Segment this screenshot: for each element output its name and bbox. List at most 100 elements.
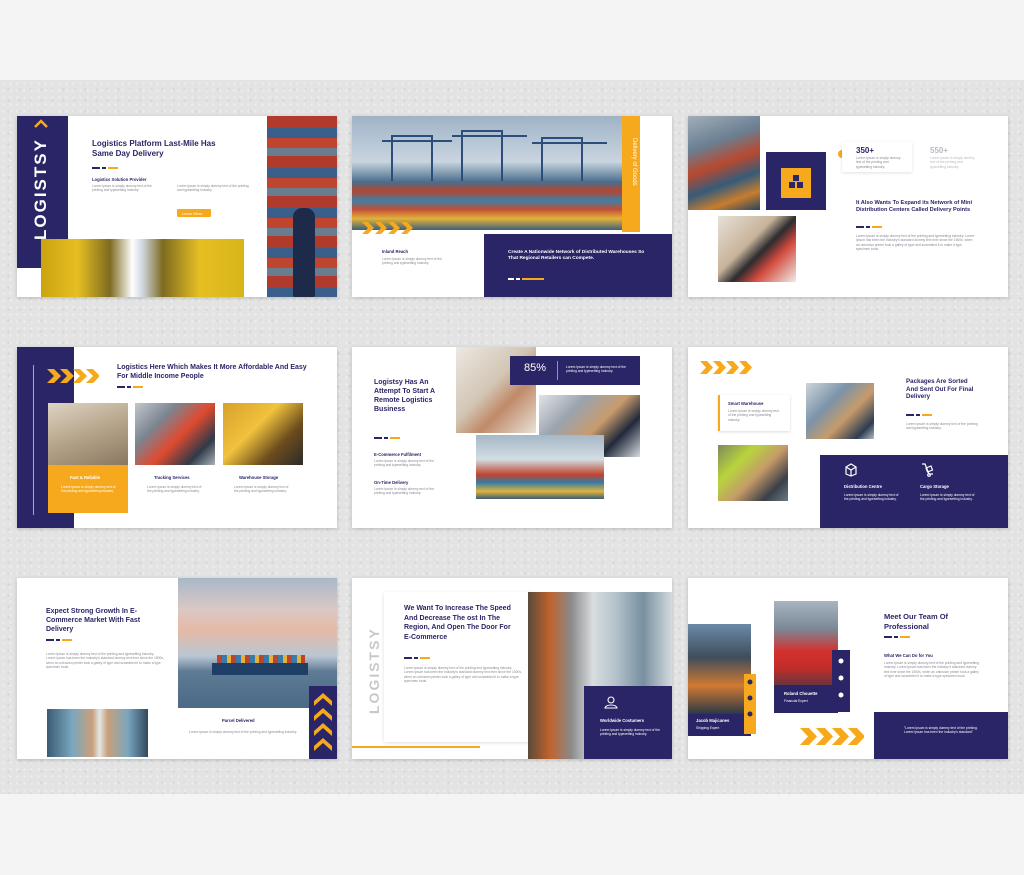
slide-1-logistics-platform[interactable]: LOGISTSY Logistics Platform Last-Mile Ha… (17, 116, 337, 297)
warehouse-worker-photo (223, 403, 303, 465)
body-text: Lorem Ipsum is simply dummy text of the … (92, 184, 152, 193)
chevron-arrows-icon (700, 361, 752, 374)
body-text: Lorem Ipsum is simply dummy text of the … (382, 257, 442, 266)
pallets-photo (48, 403, 128, 465)
slide-2-delivery-of-goods[interactable]: Delivery of Goods Inland Reach Lorem Ips… (352, 116, 672, 297)
boxes-icon (789, 175, 803, 188)
slide-title: Meet Our Team Of Professional (884, 612, 949, 631)
slide-title: Logistics Platform Last-Mile Has Same Da… (92, 139, 216, 158)
title-underline (906, 414, 934, 416)
feature-text: Lorem Ipsum is simply dummy text of the … (920, 493, 975, 502)
ship-hull (212, 663, 308, 675)
hand-truck-icon (922, 463, 934, 477)
list-item-text: Lorem Ipsum is simply dummy text of the … (374, 459, 434, 468)
title-underline (404, 657, 432, 659)
body-text: Lorem Ipsum is simply dummy text of the … (404, 666, 522, 684)
info-box (484, 234, 672, 297)
vertical-tag-label: Delivery of Goods (631, 138, 637, 186)
info-box-text: Lorem Ipsum is simply dummy text of the … (600, 728, 660, 737)
title-underline (856, 226, 884, 228)
feature-card-label: Fast & Reliable (70, 475, 101, 480)
slide-subtitle: Inland Reach (382, 249, 409, 254)
stat-description: Lorem Ipsum is simply dummy text of the … (856, 156, 901, 169)
car-trunk-photo (718, 445, 788, 501)
forklift-photo (135, 403, 215, 465)
stat-divider (557, 361, 558, 380)
quote-box (874, 712, 1008, 759)
chevron-icon (34, 119, 48, 128)
container-port-photo (688, 116, 760, 210)
stat-value: 550+ (930, 146, 949, 155)
title-underline (884, 636, 912, 638)
chevron-arrows-icon (362, 222, 413, 234)
person-name: Jacob Majicanes (696, 718, 730, 723)
title-underline (46, 639, 74, 641)
body-text: Lorem Ipsum is simply dummy text of the … (906, 422, 978, 431)
slide-title: Expect Strong Growth In E-Commerce Marke… (46, 608, 141, 633)
feature-card-title: Smart Warehouse (728, 401, 764, 406)
person-name: Roland Chouette (784, 691, 818, 696)
slide-subtitle: What We Can Do for You (884, 653, 933, 658)
stat-value: 350+ (856, 146, 875, 155)
person-role: Financial Expert (784, 699, 808, 703)
slide-4-affordable[interactable]: Logistics Here Which Makes It More Affor… (17, 347, 337, 528)
feature-card-label: Warehouse Storage (239, 475, 279, 480)
social-icons[interactable] (746, 678, 754, 730)
info-box-title: Worldwide Costumers (600, 718, 645, 723)
worker-silhouette (293, 208, 315, 297)
info-box-title: Create A Nationwide Network of Distribut… (508, 250, 645, 261)
body-text: Lorem Ipsum is simply dummy text of the … (856, 234, 975, 252)
stat-value: 85% (524, 362, 547, 374)
slide-9-team[interactable]: Jacob Majicanes Shipping Expert Roland C… (688, 578, 1008, 759)
chevron-up-icons (314, 693, 332, 751)
slide-title: Packages Are Sorted And Sent Out For Fin… (906, 378, 974, 401)
slide-title: It Also Wants To Expand its Network of M… (856, 200, 973, 213)
body-text: Lorem Ipsum is simply dummy text of the … (884, 661, 979, 679)
warehouse-aisle-photo (47, 709, 148, 757)
title-underline (92, 167, 120, 169)
user-icon (604, 696, 618, 709)
chevron-arrows-icon (800, 728, 864, 745)
feature-card-text: Lorem Ipsum is simply dummy text of the … (147, 485, 202, 494)
list-item-title: On-Time Delivery (374, 480, 409, 485)
stat-description: Lorem Ipsum is simply dummy text of the … (930, 156, 975, 169)
warehouse-shelves-photo (41, 239, 244, 297)
slide-subtitle: Logistics Solution Provider (92, 177, 147, 182)
info-box-underline (508, 278, 546, 280)
list-item-text: Lorem Ipsum is simply dummy text of the … (374, 487, 434, 496)
brand-vertical-label: LOGISTSY (366, 627, 382, 714)
port-containers-photo (476, 435, 604, 499)
title-underline (117, 386, 145, 388)
learn-more-button[interactable]: Learn More (177, 209, 211, 217)
learn-more-label: Learn More (182, 210, 203, 216)
slide-3-mini-distribution[interactable]: 350+ Lorem Ipsum is simply dummy text of… (688, 116, 1008, 297)
slide-6-final-delivery[interactable]: Smart Warehouse Lorem Ipsum is simply du… (688, 347, 1008, 528)
box-icon (845, 463, 857, 477)
title-underline (374, 437, 402, 439)
feature-title: Cargo Storage (920, 484, 949, 489)
quote-text: "Lorem Ipsum is simply dummy text of the… (904, 726, 978, 735)
body-text: Lorem Ipsum is simply dummy text of the … (177, 184, 249, 193)
slide-title: We Want To Increase The Speed And Decrea… (404, 605, 511, 641)
list-item-title: E-Commerce Fulfilment (374, 452, 422, 457)
social-icons[interactable] (836, 656, 846, 710)
feature-title: Distribution Centre (844, 484, 882, 489)
slide-title: Logistics Here Which Makes It More Affor… (117, 364, 307, 380)
slide-title: Logistsy Has An Attempt To Start A Remot… (374, 379, 435, 413)
slide-5-remote-logistics[interactable]: Logistsy Has An Attempt To Start A Remot… (352, 347, 672, 528)
thin-rule (33, 365, 34, 515)
feature-card-text: Lorem Ipsum is simply dummy text of the … (61, 485, 116, 494)
feature-text: Lorem Ipsum is simply dummy text of the … (844, 493, 899, 502)
ship-containers (217, 655, 305, 663)
feature-card-label: Tracking Services (154, 475, 190, 480)
crane-silhouettes (382, 130, 607, 181)
feature-card-text: Lorem Ipsum is simply dummy text of the … (728, 409, 779, 422)
slide-8-speed-cost[interactable]: LOGISTSY We Want To Increase The Speed A… (352, 578, 672, 759)
slide-7-ecommerce-growth[interactable]: Expect Strong Growth In E-Commerce Marke… (17, 578, 337, 759)
brand-vertical-label: LOGISTSY (31, 138, 50, 240)
boxes-worker-photo (718, 216, 796, 282)
feature-card-text: Lorem Ipsum is simply dummy text of the … (234, 485, 289, 494)
body-text: Lorem Ipsum is simply dummy text of the … (46, 652, 164, 670)
person-role: Shipping Expert (696, 726, 720, 730)
stat-description: Lorem Ipsum is simply dummy text of the … (566, 365, 626, 374)
